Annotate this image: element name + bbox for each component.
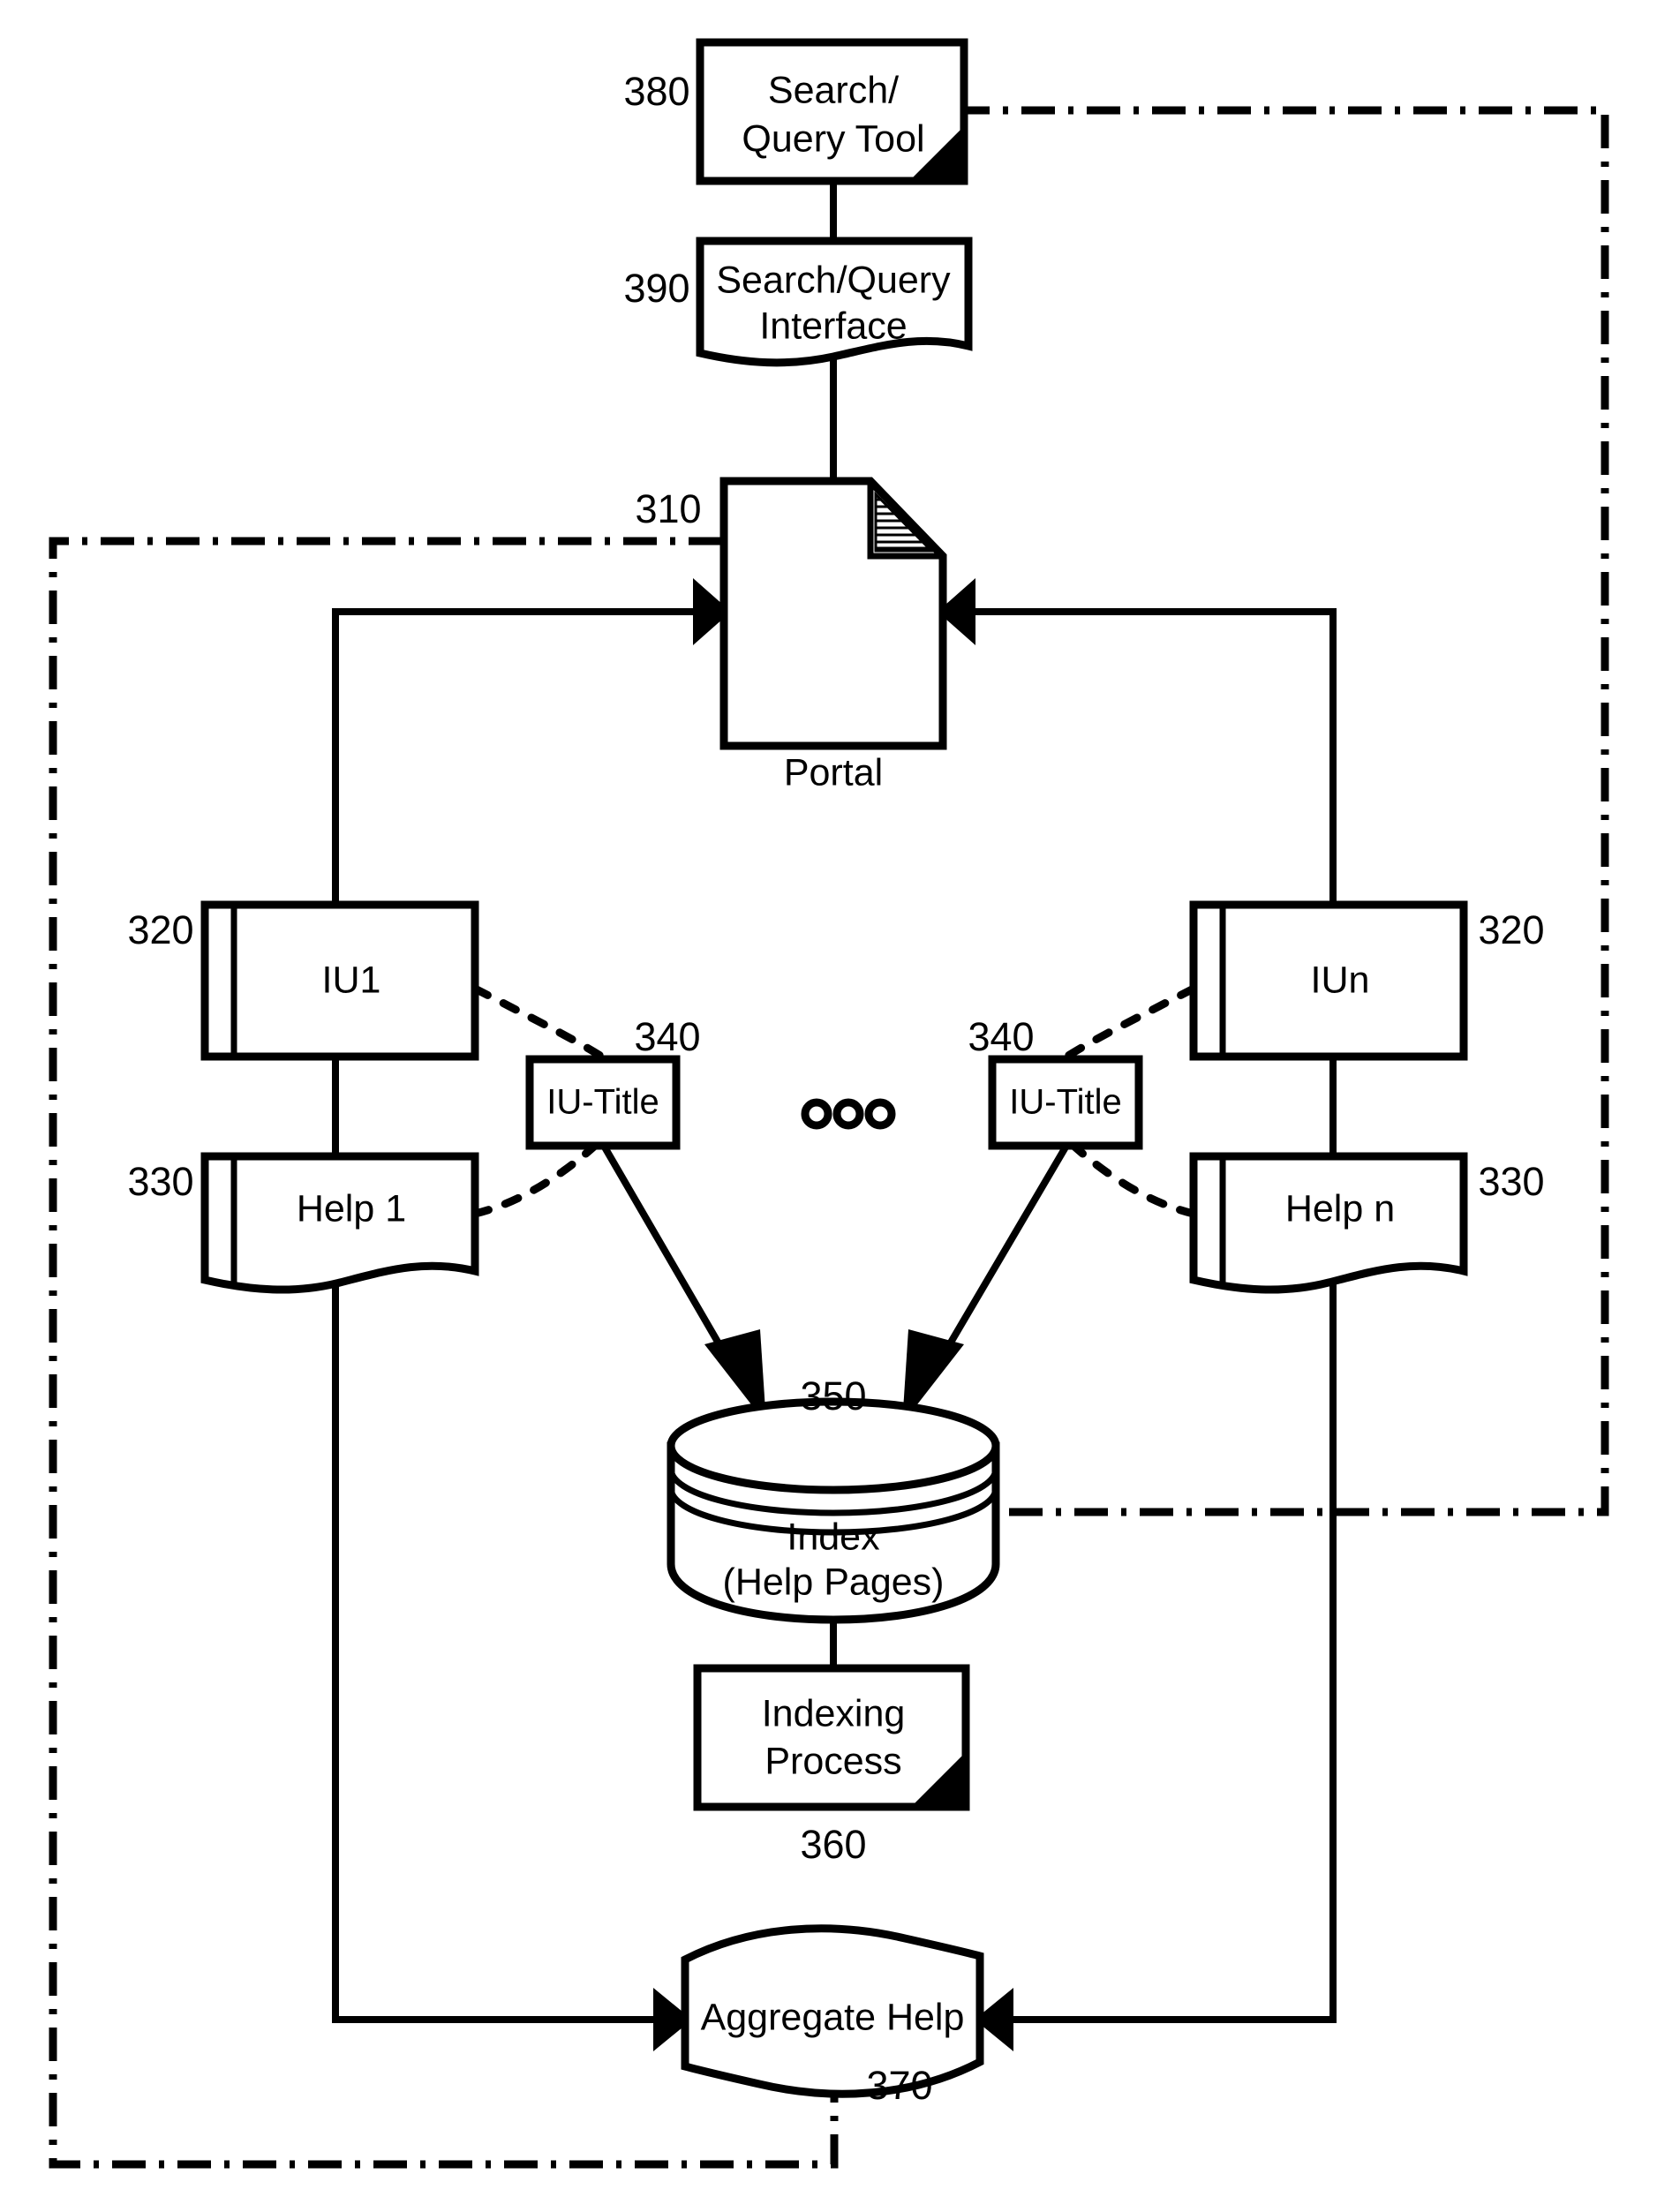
ref-number-380: 380: [623, 69, 689, 114]
ellipsis-indicator: [801, 1098, 896, 1130]
ref-number-360: 360: [800, 1822, 866, 1867]
dotted-curve-helpn-to-iutitle: [1061, 1134, 1198, 1218]
connector-helpn-to-aggregate: [1013, 1284, 1337, 2023]
node-search-query-tool[interactable]: Search/ Query Tool: [696, 38, 968, 185]
search-query-tool-label-line1: Search/: [768, 69, 899, 111]
index-label-line2: (Help Pages): [723, 1561, 945, 1603]
dotted-curve-iun-to-iutitle: [1064, 984, 1198, 1060]
helpn-label: Help n: [1285, 1187, 1395, 1230]
ref-number-370: 370: [866, 2063, 932, 2108]
connector-iun-to-portal: [975, 608, 1337, 903]
connector-help1-to-aggregate: [332, 1284, 653, 2023]
iu-title-right-label: IU-Title: [1009, 1083, 1121, 1122]
ref-number-330-right: 330: [1478, 1159, 1544, 1204]
node-iu-title-right[interactable]: IU-Title: [988, 1055, 1143, 1150]
indexing-process-label-line2: Process: [764, 1740, 901, 1782]
node-helpn[interactable]: Help n: [1189, 1152, 1468, 1294]
indexing-process-label-line1: Indexing: [762, 1692, 906, 1734]
dashdot-path-right-loop: [956, 106, 1609, 1516]
node-indexing-process[interactable]: Indexing Process: [693, 1664, 970, 1811]
node-index[interactable]: Index (Help Pages): [667, 1397, 1000, 1624]
diagram-canvas: Search/ Query Tool 380 Search/Query Inte…: [49, 38, 1609, 2169]
iu1-label: IU1: [322, 959, 381, 1001]
connector-iu1-to-portal: [332, 608, 693, 903]
index-label-line1: Index: [787, 1516, 880, 1558]
ref-number-390: 390: [623, 266, 689, 311]
node-help1[interactable]: Help 1: [200, 1152, 479, 1294]
node-portal[interactable]: Portal: [719, 477, 947, 794]
ref-number-320-left: 320: [127, 907, 193, 952]
node-search-query-interface[interactable]: Search/Query Interface: [696, 237, 973, 367]
help1-label: Help 1: [297, 1187, 406, 1230]
portal-label: Portal: [784, 751, 883, 794]
node-iu1[interactable]: IU1: [200, 900, 479, 1061]
ref-number-330-left: 330: [127, 1159, 193, 1204]
node-aggregate-help[interactable]: Aggregate Help: [681, 1924, 984, 2098]
iun-label: IUn: [1311, 959, 1370, 1001]
ref-number-340-right: 340: [968, 1014, 1034, 1059]
portal-page-icon: [719, 477, 947, 750]
patent-figure: Search/ Query Tool 380 Search/Query Inte…: [0, 0, 1657, 2212]
node-iun[interactable]: IUn: [1189, 900, 1468, 1061]
indexing-process-box: [693, 1664, 970, 1811]
ref-number-350: 350: [800, 1373, 866, 1418]
search-query-interface-label-line2: Interface: [759, 305, 907, 347]
ref-number-310: 310: [635, 486, 701, 531]
iu-title-left-label: IU-Title: [546, 1083, 659, 1122]
ref-number-340-left: 340: [634, 1014, 700, 1059]
ref-number-320-right: 320: [1478, 907, 1544, 952]
node-iu-title-left[interactable]: IU-Title: [525, 1055, 681, 1150]
search-query-interface-label-line1: Search/Query: [716, 259, 951, 301]
search-query-tool-label-line2: Query Tool: [742, 117, 924, 160]
dotted-curve-help1-to-iutitle: [471, 1134, 607, 1218]
dotted-curve-iu1-to-iutitle: [471, 984, 605, 1060]
aggregate-help-label: Aggregate Help: [701, 1996, 965, 2038]
search-query-tool-box: [696, 38, 968, 185]
